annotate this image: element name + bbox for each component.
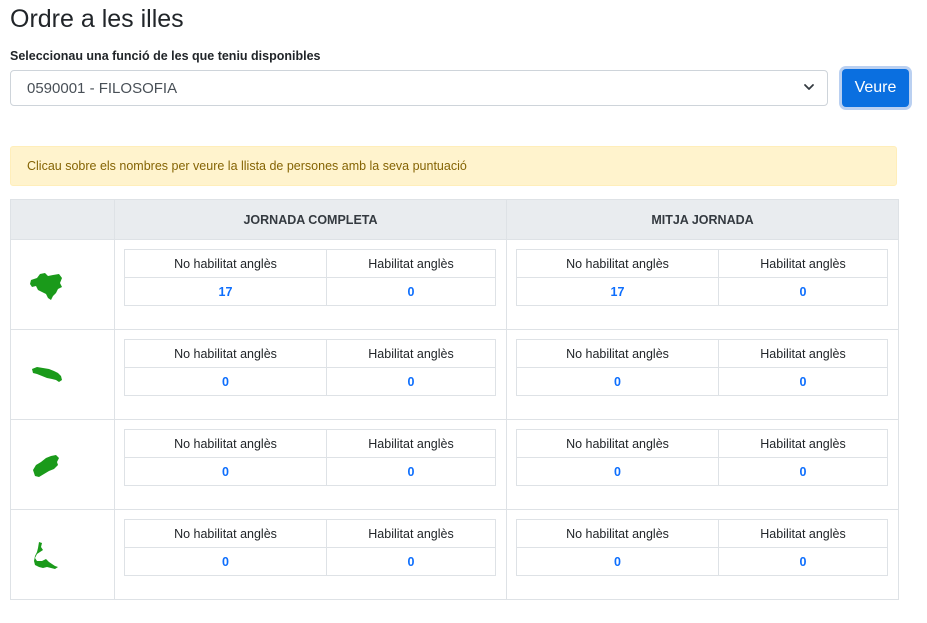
info-alert: Clicau sobre els nombres per veure la ll… [10, 146, 897, 186]
habilitat-angles-label: Habilitat anglès [326, 339, 496, 368]
island-cell [10, 419, 115, 510]
funcio-select[interactable]: 0590001 - FILOSOFIA [10, 70, 828, 106]
header-mitja-jornada: MITJA JORNADA [506, 199, 899, 240]
island-cell [10, 239, 115, 330]
no-habilitat-angles-label: No habilitat anglès [516, 429, 719, 458]
habilitat-angles-label: Habilitat anglès [326, 249, 496, 278]
jornada-completa-cell: No habilitat anglès Habilitat anglès 0 0 [114, 329, 507, 420]
mitja-jornada-cell: No habilitat anglès Habilitat anglès 0 0 [506, 329, 899, 420]
header-jornada-completa: JORNADA COMPLETA [114, 199, 507, 240]
mallorca-icon [30, 273, 62, 300]
count-link[interactable]: 0 [516, 367, 719, 396]
table-row: No habilitat anglès Habilitat anglès 0 0… [10, 329, 899, 420]
count-link[interactable]: 0 [718, 367, 888, 396]
habilitat-angles-label: Habilitat anglès [326, 429, 496, 458]
mitja-jornada-cell: No habilitat anglès Habilitat anglès 0 0 [506, 419, 899, 510]
funcio-select-label: Seleccionau una funció de les que teniu … [10, 49, 321, 63]
count-link[interactable]: 17 [516, 277, 719, 306]
habilitat-angles-label: Habilitat anglès [718, 519, 888, 548]
table-row: No habilitat anglès Habilitat anglès 0 0… [10, 509, 899, 600]
count-link[interactable]: 0 [516, 457, 719, 486]
count-link[interactable]: 0 [124, 367, 327, 396]
no-habilitat-angles-label: No habilitat anglès [124, 339, 327, 368]
count-link[interactable]: 0 [326, 547, 496, 576]
count-link[interactable]: 0 [718, 277, 888, 306]
mitja-jornada-cell: No habilitat anglès Habilitat anglès 0 0 [506, 509, 899, 600]
island-cell [10, 509, 115, 600]
habilitat-angles-label: Habilitat anglès [326, 519, 496, 548]
info-alert-text: Clicau sobre els nombres per veure la ll… [27, 159, 467, 173]
count-link[interactable]: 17 [124, 277, 327, 306]
table-row: No habilitat anglès Habilitat anglès 0 0… [10, 419, 899, 510]
veure-button[interactable]: Veure [842, 69, 909, 107]
no-habilitat-angles-label: No habilitat anglès [124, 519, 327, 548]
formentera-icon [34, 542, 58, 569]
no-habilitat-angles-label: No habilitat anglès [516, 339, 719, 368]
jornada-completa-cell: No habilitat anglès Habilitat anglès 0 0 [114, 419, 507, 510]
island-cell [10, 329, 115, 420]
islands-table: JORNADA COMPLETA MITJA JORNADA No habili… [10, 199, 899, 600]
funcio-select-value: 0590001 - FILOSOFIA [27, 79, 178, 97]
table-row: No habilitat anglès Habilitat anglès 17 … [10, 239, 899, 330]
no-habilitat-angles-label: No habilitat anglès [124, 249, 327, 278]
menorca-icon [32, 367, 62, 382]
jornada-completa-cell: No habilitat anglès Habilitat anglès 0 0 [114, 509, 507, 600]
habilitat-angles-label: Habilitat anglès [718, 249, 888, 278]
no-habilitat-angles-label: No habilitat anglès [516, 519, 719, 548]
mitja-jornada-cell: No habilitat anglès Habilitat anglès 17 … [506, 239, 899, 330]
island-header-empty [10, 199, 115, 240]
jornada-completa-cell: No habilitat anglès Habilitat anglès 17 … [114, 239, 507, 330]
count-link[interactable]: 0 [326, 457, 496, 486]
count-link[interactable]: 0 [516, 547, 719, 576]
eivissa-icon [33, 455, 59, 477]
count-link[interactable]: 0 [124, 547, 327, 576]
no-habilitat-angles-label: No habilitat anglès [124, 429, 327, 458]
count-link[interactable]: 0 [326, 277, 496, 306]
count-link[interactable]: 0 [718, 547, 888, 576]
count-link[interactable]: 0 [718, 457, 888, 486]
count-link[interactable]: 0 [124, 457, 327, 486]
habilitat-angles-label: Habilitat anglès [718, 429, 888, 458]
count-link[interactable]: 0 [326, 367, 496, 396]
no-habilitat-angles-label: No habilitat anglès [516, 249, 719, 278]
habilitat-angles-label: Habilitat anglès [718, 339, 888, 368]
page-title: Ordre a les illes [10, 5, 184, 33]
chevron-down-icon [804, 84, 814, 90]
